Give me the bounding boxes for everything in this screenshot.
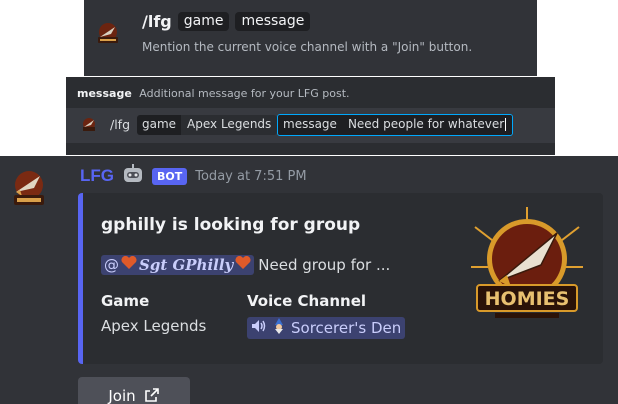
mention-name: Sgt GPhilly bbox=[139, 256, 234, 274]
voice-channel-name: Sorcerer's Den bbox=[291, 319, 402, 337]
speaker-icon bbox=[251, 319, 267, 337]
option-hint-name: message bbox=[77, 87, 132, 100]
embed-description-text: Need group for ... bbox=[258, 256, 391, 274]
command-input-panel: message Additional message for your LFG … bbox=[66, 77, 555, 155]
option-hint-description: Additional message for your LFG post. bbox=[139, 87, 350, 100]
game-option-key: game bbox=[137, 115, 182, 135]
mention-at: @ bbox=[104, 256, 119, 274]
game-option-value[interactable]: Apex Legends bbox=[181, 115, 278, 135]
voice-channel-mention[interactable]: Sorcerer's Den bbox=[247, 317, 406, 339]
field-game-name: Game bbox=[101, 292, 150, 310]
external-link-icon bbox=[144, 387, 160, 404]
join-button-label: Join bbox=[108, 387, 136, 404]
avatar[interactable] bbox=[10, 168, 48, 216]
username[interactable]: LFG bbox=[80, 166, 114, 186]
robot-icon bbox=[122, 164, 144, 188]
input-command: /lfg bbox=[110, 117, 131, 132]
bot-message: LFG BOT Today at 7:51 PM gphilly is look… bbox=[0, 156, 618, 404]
text-caret bbox=[505, 118, 507, 131]
heart-icon bbox=[235, 255, 251, 274]
bot-badge: BOT bbox=[152, 167, 188, 185]
lfg-embed: gphilly is looking for group @ Sgt GPhil… bbox=[78, 193, 603, 364]
game-option-field[interactable]: game Apex Legends bbox=[137, 115, 278, 135]
message-option-field[interactable]: message Need people for whatever bbox=[277, 114, 514, 136]
message-option-text[interactable]: Need people for whatever bbox=[348, 117, 504, 131]
field-voice-name: Voice Channel bbox=[247, 292, 367, 310]
chat-input[interactable]: /lfg game Apex Legends message Need peop… bbox=[66, 108, 555, 143]
homies-logo-icon bbox=[81, 117, 97, 137]
embed-title: gphilly is looking for group bbox=[101, 215, 361, 235]
user-mention[interactable]: @ Sgt GPhilly bbox=[101, 255, 255, 275]
message-option-key: message bbox=[278, 115, 342, 135]
field-game-value: Apex Legends bbox=[101, 317, 207, 335]
message-option-value[interactable]: Need people for whatever bbox=[341, 115, 513, 135]
command-name: /lfg bbox=[142, 12, 172, 31]
join-button[interactable]: Join bbox=[78, 377, 190, 404]
message-header: LFG BOT Today at 7:51 PM bbox=[80, 164, 307, 188]
homies-logo-icon bbox=[95, 22, 121, 50]
option-message-chip[interactable]: message bbox=[235, 12, 311, 31]
thumbnail-logo-text: HOMIES bbox=[485, 288, 570, 310]
wizard-icon bbox=[271, 318, 287, 338]
command-description: Mention the current voice channel with a… bbox=[142, 40, 473, 54]
option-hint: message Additional message for your LFG … bbox=[77, 87, 350, 100]
heart-icon bbox=[121, 255, 137, 274]
embed-thumbnail-logo: HOMIES bbox=[471, 207, 583, 331]
embed-description: @ Sgt GPhilly Need group for ... bbox=[101, 255, 390, 275]
timestamp[interactable]: Today at 7:51 PM bbox=[195, 169, 306, 184]
command-suggestion-panel[interactable]: /lfg game message Mention the current vo… bbox=[84, 0, 537, 76]
field-voice-value: Sorcerer's Den bbox=[247, 317, 406, 339]
option-game-chip[interactable]: game bbox=[177, 12, 230, 31]
